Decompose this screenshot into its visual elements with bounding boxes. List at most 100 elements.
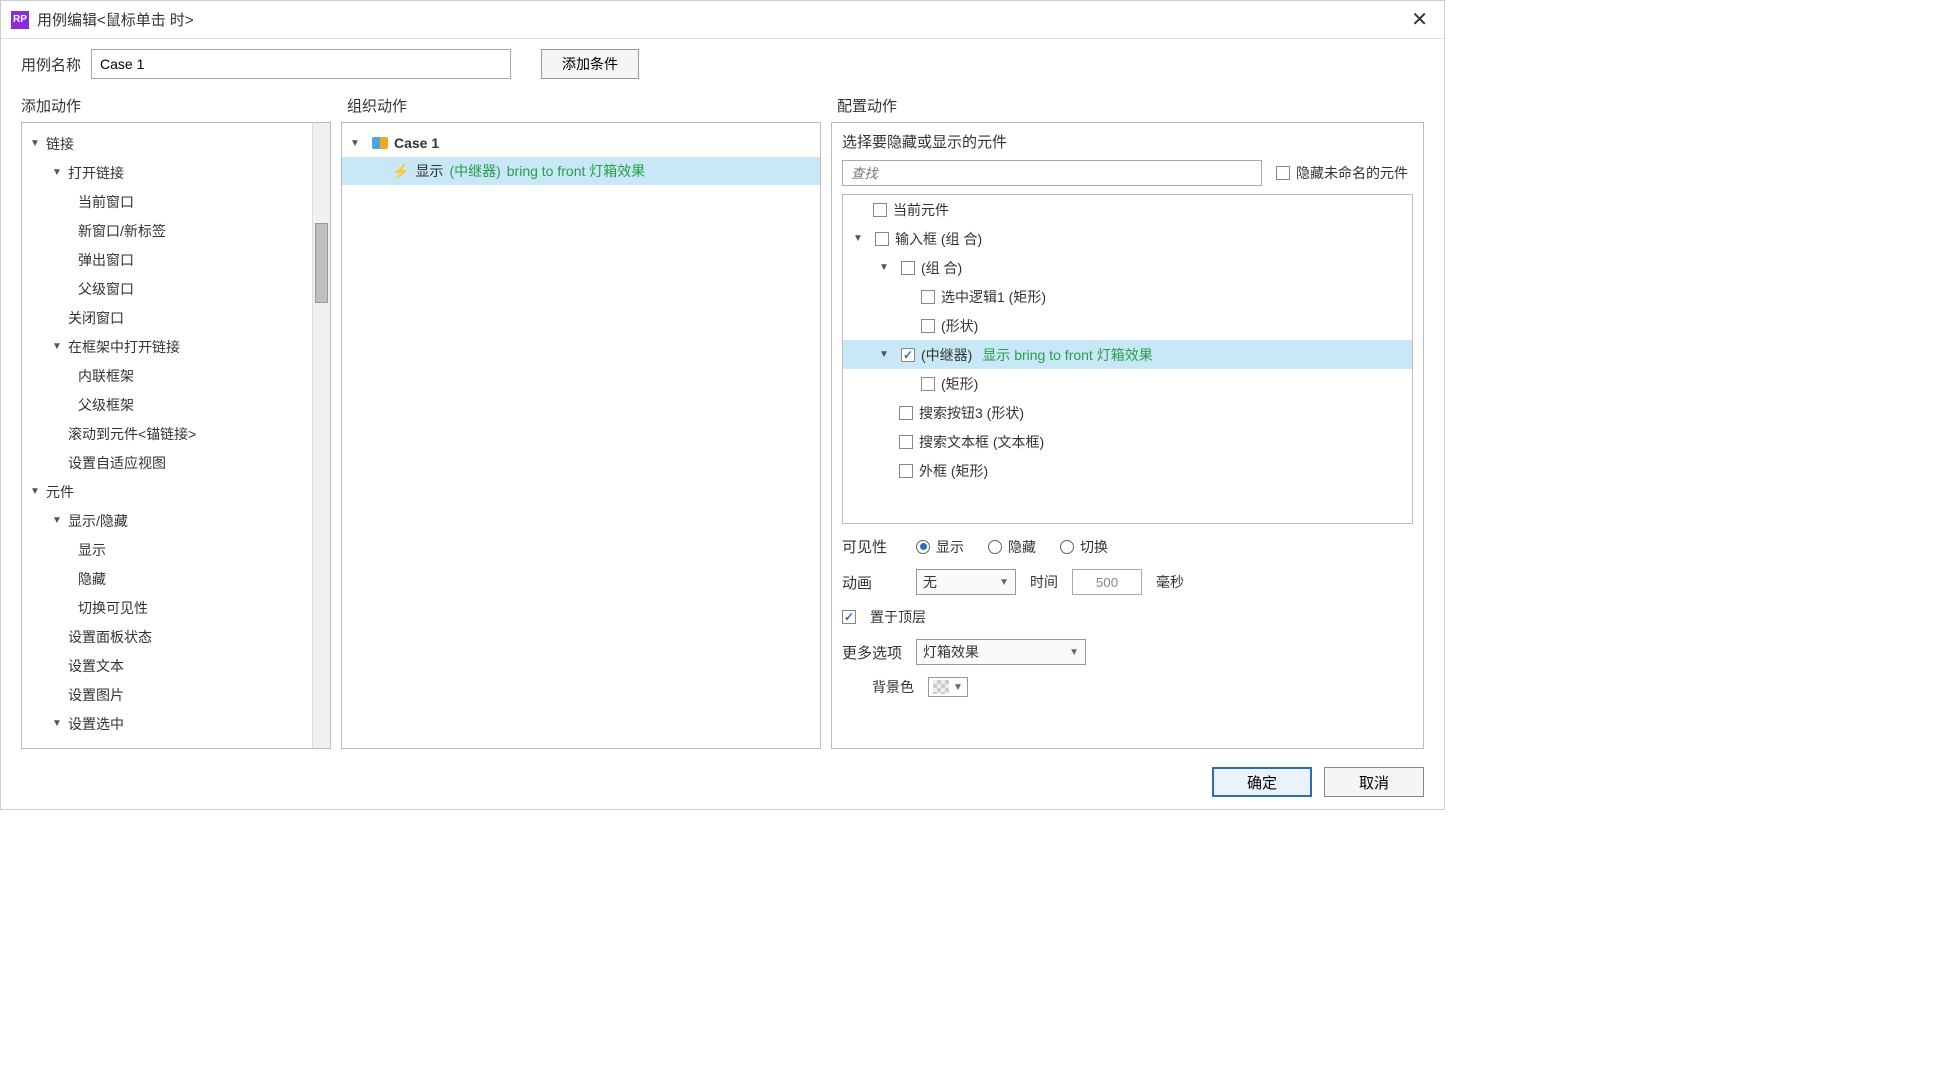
tree-leaf-show[interactable]: 显示: [22, 535, 330, 564]
case-node[interactable]: Case 1: [342, 129, 820, 157]
chevron-down-icon[interactable]: [30, 486, 42, 497]
hide-unnamed-option[interactable]: 隐藏未命名的元件: [1276, 163, 1408, 183]
dialog-footer: 确定 取消: [1, 759, 1444, 809]
wtree-current[interactable]: 当前元件: [843, 195, 1412, 224]
bring-front-checkbox[interactable]: [842, 610, 856, 624]
more-options-select[interactable]: 灯箱效果▼: [916, 639, 1086, 665]
add-condition-button[interactable]: 添加条件: [541, 49, 639, 79]
chevron-down-icon[interactable]: [52, 167, 64, 178]
radio-show-label: 显示: [936, 537, 964, 557]
checkbox[interactable]: [921, 377, 935, 391]
wtree-repeater[interactable]: (中继器)显示 bring to front 灯箱效果: [843, 340, 1412, 369]
search-input[interactable]: [842, 160, 1262, 186]
case-name-input[interactable]: [91, 49, 511, 79]
action-row[interactable]: ⚡ 显示 (中继器) bring to front 灯箱效果: [342, 157, 820, 185]
checkbox[interactable]: [921, 290, 935, 304]
tree-leaf-toggle-vis[interactable]: 切换可见性: [22, 593, 330, 622]
more-options-value: 灯箱效果: [923, 642, 979, 662]
tree-leaf-parent-frame[interactable]: 父级框架: [22, 390, 330, 419]
radio-toggle-label: 切换: [1080, 537, 1108, 557]
wtree-group[interactable]: (组 合): [843, 253, 1412, 282]
scrollbar-vertical[interactable]: [312, 123, 330, 748]
wtree-label: 选中逻辑1 (矩形): [941, 287, 1046, 307]
organize-panel: Case 1 ⚡ 显示 (中继器) bring to front 灯箱效果: [341, 122, 821, 749]
checkbox[interactable]: [921, 319, 935, 333]
organize-tree: Case 1 ⚡ 显示 (中继器) bring to front 灯箱效果: [342, 123, 820, 191]
scroll-thumb[interactable]: [315, 223, 328, 303]
tree-node-widgets[interactable]: 元件: [22, 477, 330, 506]
tree-leaf-inline-frame[interactable]: 内联框架: [22, 361, 330, 390]
radio-show-group[interactable]: 显示: [916, 537, 964, 557]
tree-leaf-new-window[interactable]: 新窗口/新标签: [22, 216, 330, 245]
tree-leaf-close-window[interactable]: 关闭窗口: [22, 303, 330, 332]
tree-leaf-set-image[interactable]: 设置图片: [22, 680, 330, 709]
animation-select[interactable]: 无▼: [916, 569, 1016, 595]
wtree-outer[interactable]: 外框 (矩形): [843, 456, 1412, 485]
chevron-down-icon: ▼: [999, 577, 1009, 588]
header-add-action: 添加动作: [21, 95, 347, 116]
tree-node-open-in-frame[interactable]: 在框架中打开链接: [22, 332, 330, 361]
time-input[interactable]: [1072, 569, 1142, 595]
wtree-search-btn[interactable]: 搜索按钮3 (形状): [843, 398, 1412, 427]
checkbox[interactable]: [901, 261, 915, 275]
checkbox[interactable]: [899, 464, 913, 478]
tree-leaf-set-panel[interactable]: 设置面板状态: [22, 622, 330, 651]
wtree-label: (矩形): [941, 374, 978, 394]
close-icon[interactable]: ✕: [1405, 7, 1434, 32]
tree-label: 关闭窗口: [68, 308, 124, 328]
radio-hide[interactable]: [988, 540, 1002, 554]
wtree-label: (组 合): [921, 258, 962, 278]
tree-label: 在框架中打开链接: [68, 337, 180, 357]
chevron-down-icon[interactable]: [30, 138, 42, 149]
checkbox[interactable]: [875, 232, 889, 246]
tree-leaf-hide[interactable]: 隐藏: [22, 564, 330, 593]
wtree-search-text[interactable]: 搜索文本框 (文本框): [843, 427, 1412, 456]
hide-unnamed-checkbox[interactable]: [1276, 166, 1290, 180]
ok-button[interactable]: 确定: [1212, 767, 1312, 797]
chevron-down-icon[interactable]: [350, 138, 362, 149]
checkbox[interactable]: [873, 203, 887, 217]
wtree-label: 输入框 (组 合): [895, 229, 982, 249]
radio-toggle[interactable]: [1060, 540, 1074, 554]
dialog-title: 用例编辑<鼠标单击 时>: [37, 9, 1405, 30]
radio-toggle-group[interactable]: 切换: [1060, 537, 1108, 557]
tree-leaf-scroll-anchor[interactable]: 滚动到元件<锚链接>: [22, 419, 330, 448]
bgcolor-picker[interactable]: ▼: [928, 677, 968, 697]
wtree-rect[interactable]: (矩形): [843, 369, 1412, 398]
radio-hide-group[interactable]: 隐藏: [988, 537, 1036, 557]
visibility-row: 可见性 显示 隐藏 切换: [842, 536, 1413, 557]
wtree-input-group[interactable]: 输入框 (组 合): [843, 224, 1412, 253]
bring-front-row[interactable]: 置于顶层: [842, 607, 1413, 627]
chevron-down-icon[interactable]: [879, 349, 891, 360]
checkbox[interactable]: [899, 406, 913, 420]
tree-leaf-popup[interactable]: 弹出窗口: [22, 245, 330, 274]
tree-node-show-hide[interactable]: 显示/隐藏: [22, 506, 330, 535]
tree-leaf-parent-window[interactable]: 父级窗口: [22, 274, 330, 303]
tree-leaf-adaptive-view[interactable]: 设置自适应视图: [22, 448, 330, 477]
chevron-down-icon[interactable]: [52, 341, 64, 352]
cancel-button[interactable]: 取消: [1324, 767, 1424, 797]
wtree-logic1[interactable]: 选中逻辑1 (矩形): [843, 282, 1412, 311]
checkbox[interactable]: [899, 435, 913, 449]
tree-label: 打开链接: [68, 163, 124, 183]
chevron-down-icon[interactable]: [853, 233, 865, 244]
checkbox[interactable]: [901, 348, 915, 362]
chevron-down-icon[interactable]: [52, 718, 64, 729]
widget-tree: 当前元件 输入框 (组 合) (组 合) 选中逻辑1 (矩形) (形状) (中继…: [842, 194, 1413, 524]
animation-value: 无: [923, 572, 937, 592]
tree-node-links[interactable]: 链接: [22, 129, 330, 158]
tree-leaf-set-text[interactable]: 设置文本: [22, 651, 330, 680]
wtree-shape[interactable]: (形状): [843, 311, 1412, 340]
tree-leaf-current-window[interactable]: 当前窗口: [22, 187, 330, 216]
bgcolor-row: 背景色 ▼: [842, 677, 1413, 697]
chevron-down-icon[interactable]: [52, 515, 64, 526]
tree-node-open-link[interactable]: 打开链接: [22, 158, 330, 187]
tree-label: 内联框架: [78, 366, 134, 386]
tree-label: 设置自适应视图: [68, 453, 166, 473]
tree-label: 切换可见性: [78, 598, 148, 618]
radio-show[interactable]: [916, 540, 930, 554]
tree-node-set-selected[interactable]: 设置选中: [22, 709, 330, 738]
chevron-down-icon[interactable]: [879, 262, 891, 273]
action-prefix: 显示: [415, 161, 443, 181]
header-configure: 配置动作: [837, 95, 1424, 116]
